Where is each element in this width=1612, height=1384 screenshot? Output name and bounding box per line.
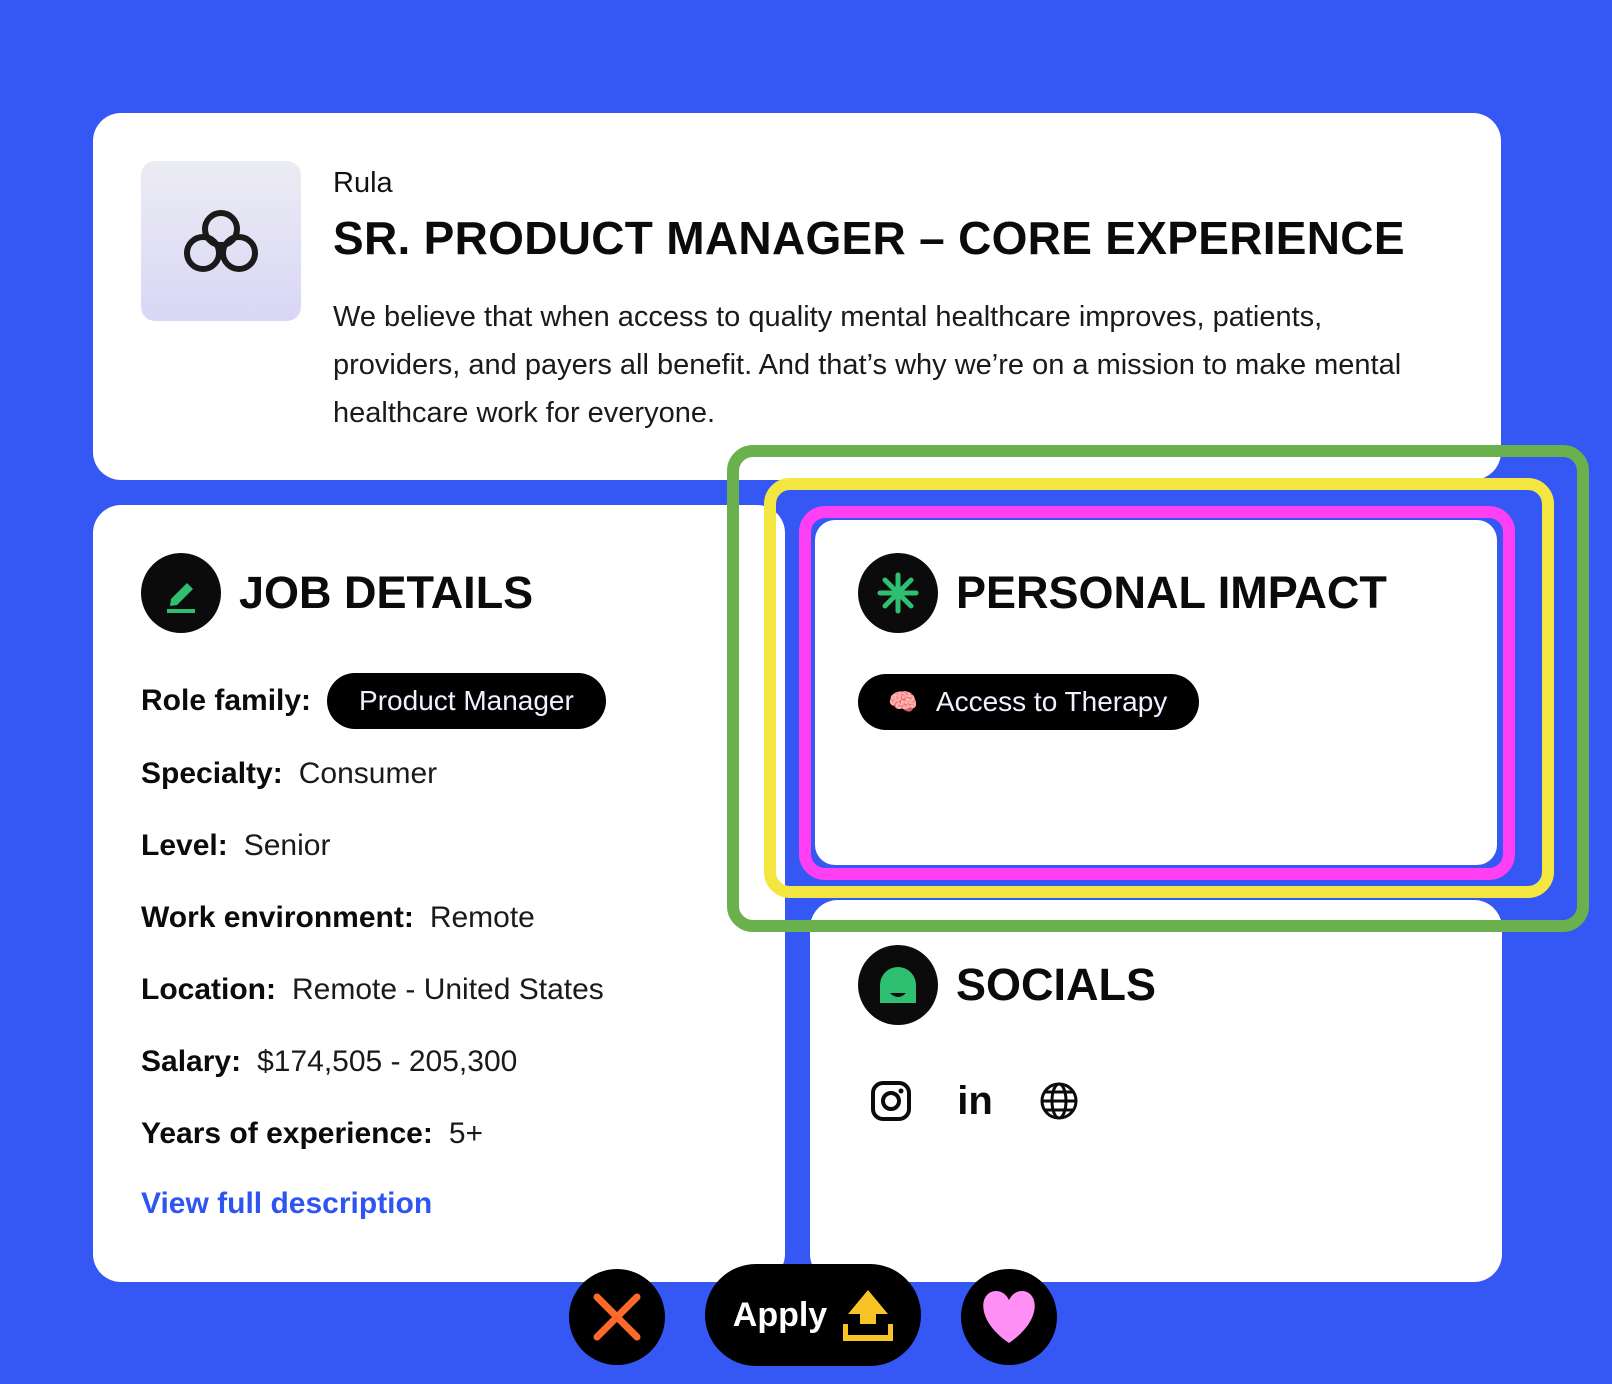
- globe-icon[interactable]: [1038, 1080, 1080, 1122]
- socials-header: SOCIALS: [858, 945, 1156, 1025]
- job-title: SR. PRODUCT MANAGER – CORE EXPERIENCE: [333, 212, 1405, 264]
- work-environment-value: Remote: [429, 901, 535, 934]
- socials-title: SOCIALS: [956, 959, 1157, 1010]
- like-button[interactable]: [961, 1269, 1057, 1365]
- upload-icon: [843, 1290, 894, 1341]
- level-value: Senior: [243, 829, 331, 862]
- reject-button[interactable]: [569, 1269, 665, 1365]
- role-family-row: Role family: Product Manager: [141, 673, 606, 729]
- specialty-row: Specialty: Consumer: [141, 757, 437, 791]
- level-label: Level:: [141, 829, 228, 862]
- level-row: Level: Senior: [141, 829, 330, 863]
- specialty-value: Consumer: [298, 757, 438, 790]
- social-links: in: [870, 1079, 1080, 1123]
- experience-label: Years of experience:: [141, 1117, 433, 1150]
- linkedin-icon[interactable]: in: [954, 1079, 996, 1123]
- view-full-description-link[interactable]: View full description: [141, 1187, 432, 1221]
- socials-card: SOCIALS in: [810, 900, 1502, 1282]
- pencil-icon: [141, 553, 221, 633]
- salary-label: Salary:: [141, 1045, 242, 1078]
- apply-label: Apply: [732, 1295, 828, 1334]
- highlight-outline-pink: [799, 506, 1515, 880]
- company-mission: We believe that when access to quality m…: [333, 301, 1402, 429]
- job-details-card: JOB DETAILS Role family: Product Manager…: [93, 505, 785, 1282]
- company-logo: [141, 161, 301, 321]
- chat-face-icon: [858, 945, 938, 1025]
- specialty-label: Specialty:: [141, 757, 283, 790]
- experience-value: 5+: [448, 1117, 484, 1150]
- job-details-title: JOB DETAILS: [239, 567, 534, 618]
- salary-value: $174,505 - 205,300: [257, 1045, 518, 1078]
- company-header-card: Rula SR. PRODUCT MANAGER – CORE EXPERIEN…: [93, 113, 1501, 480]
- role-family-label: Role family:: [141, 684, 312, 717]
- experience-row: Years of experience: 5+: [141, 1117, 483, 1151]
- company-name: Rula: [333, 167, 393, 199]
- apply-button[interactable]: Apply: [705, 1264, 921, 1366]
- salary-row: Salary: $174,505 - 205,300: [141, 1045, 517, 1079]
- heart-icon: [983, 1291, 1035, 1343]
- location-row: Location: Remote - United States: [141, 973, 604, 1007]
- close-icon: [593, 1293, 641, 1341]
- location-label: Location:: [141, 973, 276, 1006]
- work-environment-row: Work environment: Remote: [141, 901, 535, 935]
- job-details-header: JOB DETAILS: [141, 553, 533, 633]
- instagram-icon[interactable]: [870, 1080, 912, 1122]
- role-family-pill[interactable]: Product Manager: [327, 673, 606, 729]
- location-value: Remote - United States: [292, 973, 604, 1006]
- infinity-flower-icon: [184, 210, 258, 272]
- work-environment-label: Work environment:: [141, 901, 414, 934]
